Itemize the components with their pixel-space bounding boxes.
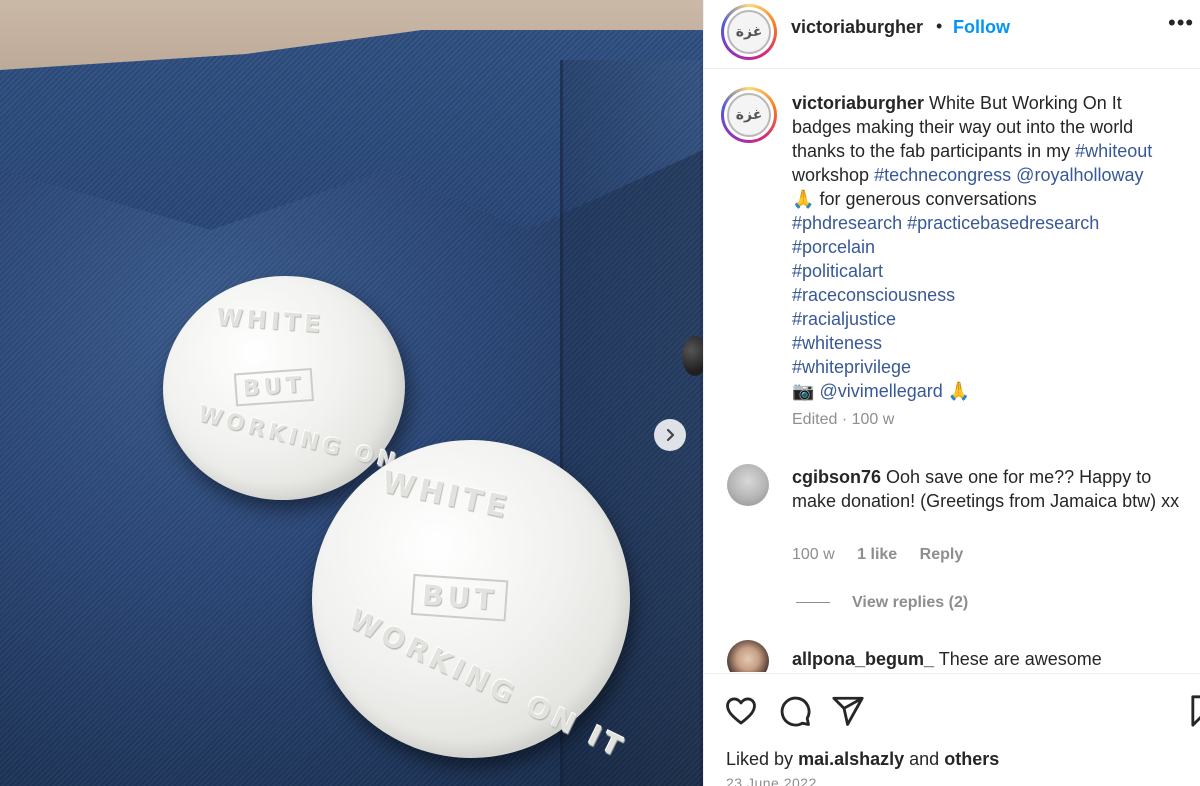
hashtag-link[interactable]: #phdresearch — [792, 213, 902, 233]
caption-username[interactable]: victoriaburgher — [792, 93, 924, 113]
mention-link[interactable]: @royalholloway — [1016, 165, 1143, 185]
comment-text: cgibson76 Ooh save one for me?? Happy to… — [792, 467, 1180, 511]
comment-meta: 100 w 1 like Reply — [792, 546, 981, 564]
badge-text-middle: BUT — [233, 368, 314, 407]
camera-emoji: 📷 — [792, 381, 815, 401]
comment-username[interactable]: cgibson76 — [792, 467, 881, 487]
next-image-button[interactable] — [654, 419, 686, 451]
shirt-button — [682, 336, 703, 376]
pray-emoji: 🙏 — [947, 381, 971, 401]
comment-time: 100 w — [792, 546, 835, 563]
heart-icon[interactable] — [724, 694, 758, 728]
badge-text-top: WHITE — [215, 303, 326, 339]
hashtag-link[interactable]: #politicalart — [792, 261, 883, 281]
comment-avatar[interactable] — [727, 640, 769, 672]
hashtag-link[interactable]: #whiteout — [1075, 141, 1152, 161]
badge-text-top: WHITE — [378, 464, 514, 527]
liked-by-others[interactable]: others — [944, 749, 999, 769]
avatar-logo: غزة — [727, 93, 771, 137]
caption-avatar[interactable]: غزة — [721, 87, 777, 143]
comment-text: allpona_begum_ These are awesome — [792, 649, 1102, 669]
hashtag-link[interactable]: #porcelain — [792, 237, 875, 257]
badge-text-middle: BUT — [410, 573, 509, 622]
post-header: غزة victoriaburgher • Follow ••• — [704, 0, 1200, 69]
liked-by-user[interactable]: mai.alshazly — [798, 749, 904, 769]
more-horizontal-icon[interactable]: ••• — [1168, 10, 1194, 36]
badge-text-bottom: WORKING ON IT — [344, 602, 632, 766]
chevron-right-icon — [666, 428, 675, 442]
comment-likes[interactable]: 1 like — [857, 546, 897, 563]
send-icon[interactable] — [831, 694, 865, 728]
reply-button[interactable]: Reply — [920, 546, 964, 563]
bookmark-icon[interactable] — [1190, 694, 1200, 728]
comment-username[interactable]: allpona_begum_ — [792, 649, 934, 669]
liked-by: Liked by mai.alshazly and others — [726, 749, 1000, 769]
hashtag-link[interactable]: #raceconsciousness — [792, 285, 955, 305]
comments-section[interactable]: غزة victoriaburgher White But Working On… — [704, 70, 1200, 672]
pray-emoji: 🙏 — [792, 189, 815, 209]
header-username[interactable]: victoriaburgher — [791, 17, 923, 38]
post-date: 23 June 2022 — [726, 775, 817, 786]
hashtag-link[interactable]: #whiteness — [792, 333, 882, 353]
actions-bar: Liked by mai.alshazly and others 23 June… — [704, 673, 1200, 786]
replies-rule — [796, 602, 830, 604]
view-replies-button[interactable]: View replies (2) — [796, 594, 968, 612]
caption-meta: Edited · 100 w — [792, 411, 895, 428]
post-sidebar: غزة victoriaburgher • Follow ••• غزة vic… — [703, 0, 1200, 786]
mention-link[interactable]: @vivimellegard — [819, 381, 942, 401]
avatar[interactable]: غزة — [721, 4, 777, 60]
follow-button[interactable]: Follow — [953, 17, 1010, 38]
comment-avatar[interactable] — [727, 464, 769, 506]
comment-icon[interactable] — [778, 694, 812, 728]
hashtag-link[interactable]: #practicebasedresearch — [907, 213, 1099, 233]
avatar-logo: غزة — [727, 10, 771, 54]
hashtag-link[interactable]: #whiteprivilege — [792, 357, 911, 377]
hashtag-link[interactable]: #racialjustice — [792, 309, 896, 329]
hashtag-link[interactable]: #technecongress — [874, 165, 1011, 185]
separator-dot: • — [936, 16, 943, 36]
caption-text: victoriaburgher White But Working On It … — [792, 93, 1153, 401]
post-image[interactable]: WHITE BUT WORKING ON IT WHITE BUT WORKIN… — [0, 0, 703, 786]
